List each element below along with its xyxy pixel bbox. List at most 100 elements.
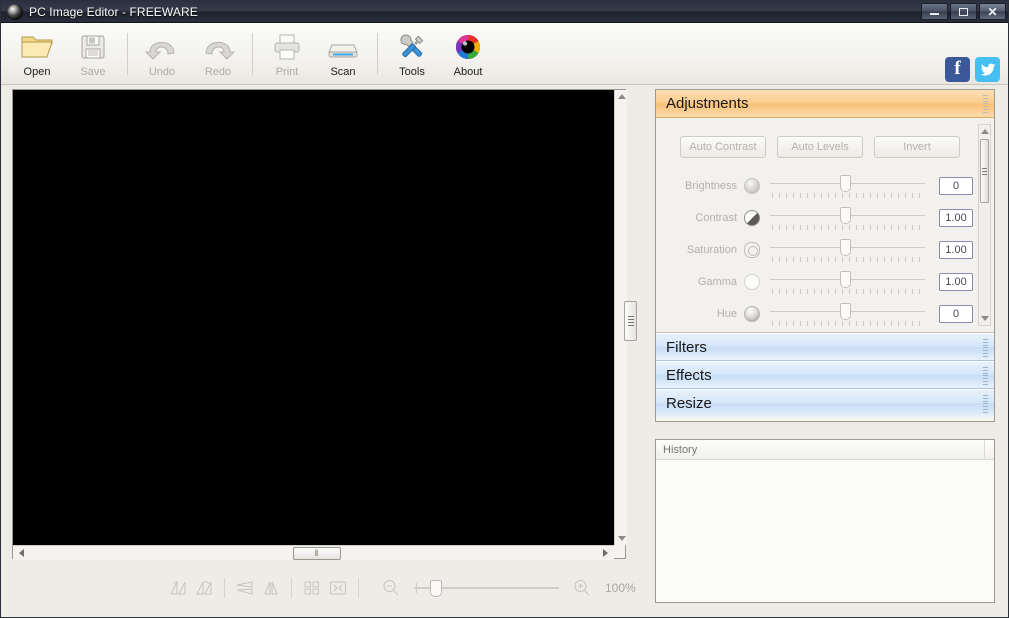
minimize-icon — [930, 13, 939, 15]
maximize-button[interactable] — [950, 3, 977, 20]
history-column-header[interactable]: History — [656, 444, 984, 456]
section-header-effects[interactable]: Effects — [656, 361, 994, 389]
slider-label-gamma: Gamma — [697, 276, 737, 288]
horizontal-scroll-thumb[interactable]: ‖ — [293, 547, 341, 560]
open-label: Open — [23, 66, 51, 78]
slider-row-contrast: Contrast 1.00 — [656, 202, 994, 234]
invert-button[interactable]: Invert — [874, 136, 960, 158]
save-button[interactable]: Save — [65, 25, 121, 83]
minimize-button[interactable] — [921, 3, 948, 20]
auto-levels-button[interactable]: Auto Levels — [777, 136, 863, 158]
section-header-resize[interactable]: Resize — [656, 389, 994, 417]
zoom-out-icon[interactable] — [378, 575, 404, 601]
rotate-right-icon[interactable] — [191, 575, 217, 601]
redo-arrow-icon — [200, 30, 236, 64]
adjustment-sliders: Brightness 0 Contrast 1.00 Saturation 1.… — [656, 170, 994, 330]
section-grip-icon — [983, 367, 988, 385]
scroll-right-icon[interactable] — [599, 546, 612, 560]
scroll-left-icon[interactable] — [15, 546, 28, 560]
zoom-in-icon[interactable] — [569, 575, 595, 601]
saturation-slider[interactable] — [770, 237, 925, 263]
undo-button[interactable]: Undo — [134, 25, 190, 83]
saturation-value-field[interactable]: 1.00 — [939, 241, 973, 259]
hue-slider[interactable] — [770, 301, 925, 327]
application-window: PC Image Editor - FREEWARE ✕ Open Save U… — [0, 0, 1009, 618]
zoom-slider-tick — [416, 583, 417, 593]
scroll-thumb-grip-icon: ‖ — [314, 548, 320, 558]
redo-button[interactable]: Redo — [190, 25, 246, 83]
image-canvas[interactable] — [13, 90, 614, 545]
history-list[interactable] — [656, 460, 994, 602]
about-button[interactable]: About — [440, 25, 496, 83]
slider-row-gamma: Gamma 1.00 — [656, 266, 994, 298]
gamma-value-field[interactable]: 1.00 — [939, 273, 973, 291]
brightness-icon — [744, 178, 760, 194]
auto-adjust-buttons: Auto Contrast Auto Levels Invert — [680, 136, 960, 158]
redo-label: Redo — [204, 66, 232, 78]
scroll-up-icon[interactable] — [615, 90, 628, 103]
history-column-divider[interactable] — [984, 439, 985, 460]
canvas-horizontal-scrollbar[interactable]: ‖ — [13, 545, 614, 560]
close-icon: ✕ — [987, 4, 998, 19]
toolbar-separator — [127, 33, 128, 75]
slider-thumb[interactable] — [840, 239, 851, 256]
floppy-disk-icon — [78, 30, 108, 64]
toolbar-separator — [252, 33, 253, 75]
section-grip-icon — [983, 95, 988, 113]
panel-scroll-thumb[interactable] — [980, 139, 989, 203]
flip-horizontal-icon[interactable] — [258, 575, 284, 601]
fit-to-screen-icon[interactable] — [325, 575, 351, 601]
brightness-value-field[interactable]: 0 — [939, 177, 973, 195]
adjustments-panel: Adjustments Auto Contrast Auto Levels In… — [655, 89, 995, 422]
panel-scroll-down-icon[interactable] — [979, 313, 990, 324]
twitter-icon[interactable] — [975, 57, 1000, 82]
slider-thumb[interactable] — [840, 303, 851, 320]
scroll-down-icon[interactable] — [615, 532, 628, 545]
tile-icon[interactable] — [299, 575, 325, 601]
section-grip-icon — [983, 395, 988, 413]
window-title: PC Image Editor - FREEWARE — [29, 4, 198, 19]
zoom-slider-thumb[interactable] — [430, 580, 442, 597]
section-header-filters[interactable]: Filters — [656, 333, 994, 361]
slider-label-saturation: Saturation — [686, 244, 737, 256]
print-button[interactable]: Print — [259, 25, 315, 83]
slider-label-contrast: Contrast — [695, 212, 737, 224]
brightness-slider[interactable] — [770, 173, 925, 199]
slider-thumb[interactable] — [840, 271, 851, 288]
bottom-separator — [358, 578, 359, 598]
panel-splitter-handle[interactable] — [624, 301, 637, 341]
zoom-level-label: 100% — [605, 581, 636, 595]
hue-value-field[interactable]: 0 — [939, 305, 973, 323]
flip-vertical-icon[interactable] — [232, 575, 258, 601]
color-wheel-icon — [452, 30, 484, 64]
adjustments-scrollbar[interactable] — [978, 124, 991, 326]
image-canvas-area: ‖ — [12, 89, 628, 560]
app-logo-icon — [7, 3, 23, 20]
zoom-slider[interactable] — [414, 580, 559, 597]
panel-scroll-up-icon[interactable] — [979, 126, 990, 137]
section-label-adjustments: Adjustments — [666, 95, 749, 112]
main-toolbar: Open Save Undo Redo Print Scan Tools Abo… — [1, 23, 1008, 85]
facebook-icon[interactable]: f — [945, 57, 970, 82]
tools-button[interactable]: Tools — [384, 25, 440, 83]
contrast-value-field[interactable]: 1.00 — [939, 209, 973, 227]
rotate-left-icon[interactable] — [165, 575, 191, 601]
history-header-row: History — [656, 439, 994, 460]
slider-thumb[interactable] — [840, 175, 851, 192]
slider-row-saturation: Saturation 1.00 — [656, 234, 994, 266]
slider-ticks — [772, 289, 924, 294]
scanner-icon — [325, 30, 361, 64]
slider-ticks — [772, 193, 924, 198]
splitter-grip-icon — [627, 316, 634, 326]
social-links: f — [945, 57, 1000, 82]
section-header-adjustments[interactable]: Adjustments — [656, 90, 994, 118]
gamma-slider[interactable] — [770, 269, 925, 295]
close-button[interactable]: ✕ — [979, 3, 1006, 20]
scan-button[interactable]: Scan — [315, 25, 371, 83]
auto-contrast-button[interactable]: Auto Contrast — [680, 136, 766, 158]
slider-thumb[interactable] — [840, 207, 851, 224]
open-button[interactable]: Open — [9, 25, 65, 83]
adjustments-body: Auto Contrast Auto Levels Invert Brightn… — [656, 118, 994, 333]
bottom-separator — [224, 578, 225, 598]
contrast-slider[interactable] — [770, 205, 925, 231]
